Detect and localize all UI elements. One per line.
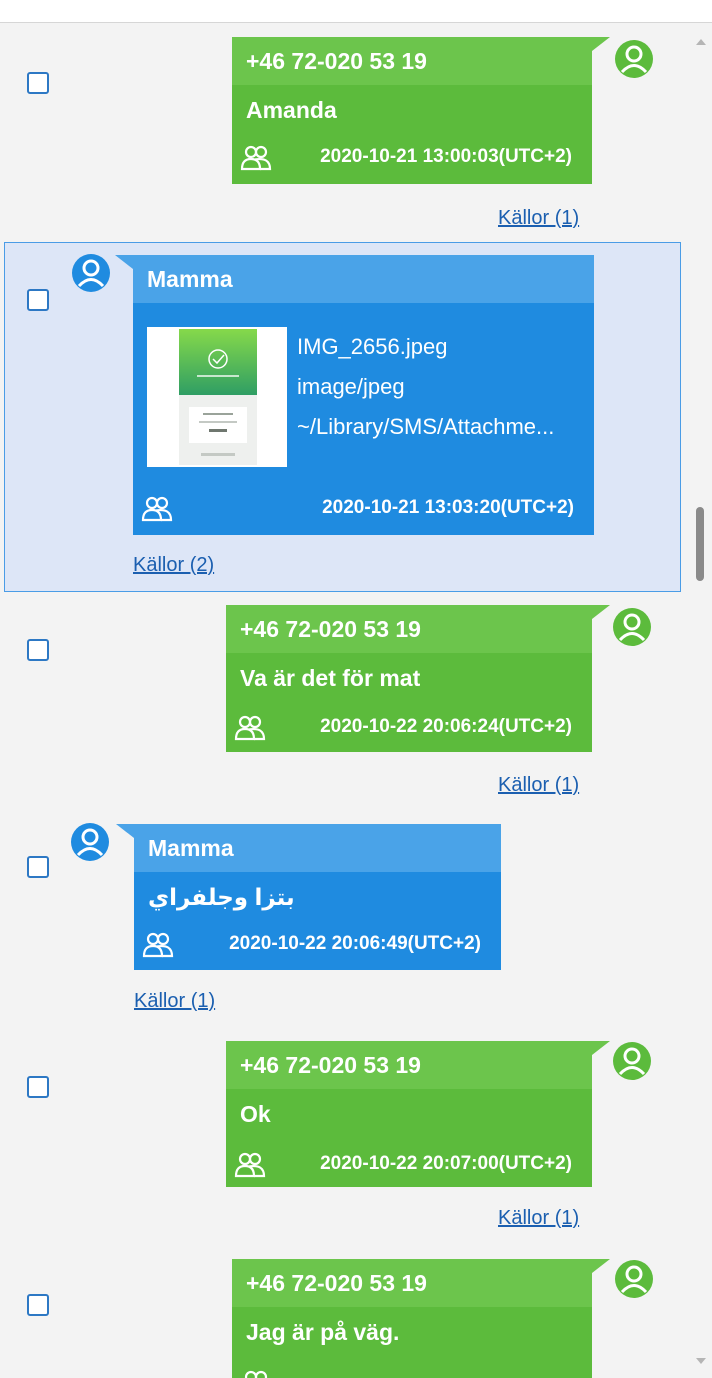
sources-link[interactable]: Källor (1) [498, 774, 579, 797]
message-checkbox[interactable] [27, 856, 49, 878]
message-list[interactable]: +46 72-020 53 19 Amanda 2020-10-21 13:00… [0, 23, 712, 1378]
timestamp-row: 2020-10-21 13:03:20(UTC+2) [141, 493, 586, 523]
sources-link[interactable]: Källor (1) [498, 1207, 579, 1230]
people-outline-icon [234, 1152, 266, 1178]
bubble-tail [592, 605, 610, 619]
attachment-info: IMG_2656.jpeg image/jpeg ~/Library/SMS/A… [297, 327, 554, 447]
attachment-path: ~/Library/SMS/Attachme... [297, 414, 555, 439]
message-timestamp: 2020-10-21 13:03:20(UTC+2) [322, 497, 574, 518]
message-sender: +46 72-020 53 19 [226, 605, 592, 653]
message-text: Ok [240, 1101, 271, 1127]
message-text: Jag är på väg. [246, 1319, 400, 1345]
outgoing-message-bubble[interactable]: +46 72-020 53 19 Va är det för mat 2020-… [226, 605, 610, 752]
person-circle-icon [613, 1042, 651, 1080]
vertical-scrollbar[interactable] [690, 23, 712, 1378]
message-checkbox[interactable] [27, 639, 49, 661]
person-circle-icon [72, 254, 110, 292]
timestamp-row: 2020-10-21 13:00:03(UTC+2) [240, 142, 584, 172]
people-outline-icon [142, 932, 174, 958]
people-outline-icon [234, 715, 266, 741]
bubble-tail [116, 824, 134, 838]
sources-link[interactable]: Källor (1) [134, 990, 215, 1013]
person-circle-icon [613, 608, 651, 646]
incoming-message-bubble[interactable]: Mamma IMG_2656.jpeg image/jpeg ~/Library… [115, 255, 594, 535]
message-timestamp: 2020-10-21 13:00:03(UTC+2) [320, 146, 572, 167]
timestamp-row: 2020-10-22 20:07:00(UTC+2) [234, 1149, 584, 1179]
bubble-tail [592, 1259, 610, 1273]
message-row: +46 72-020 53 19 Amanda 2020-10-21 13:00… [0, 23, 690, 238]
message-checkbox[interactable] [27, 1294, 49, 1316]
incoming-message-bubble[interactable]: Mamma بتزا وجلفراي 2020-10-22 20:06:49(U… [116, 824, 501, 970]
message-checkbox[interactable] [27, 72, 49, 94]
message-row: +46 72-020 53 19 Va är det för mat 2020-… [0, 603, 690, 818]
top-strip [0, 0, 712, 23]
people-outline-icon [244, 1370, 268, 1378]
message-sender: +46 72-020 53 19 [226, 1041, 592, 1089]
message-checkbox[interactable] [27, 289, 49, 311]
message-text: Amanda [246, 97, 337, 123]
bubble-tail [592, 37, 610, 51]
triangle-down-icon[interactable] [694, 1354, 708, 1368]
person-circle-icon [615, 40, 653, 78]
message-sender: +46 72-020 53 19 [232, 1259, 592, 1307]
message-sender: Mamma [134, 824, 501, 872]
message-sender: +46 72-020 53 19 [232, 37, 592, 85]
message-sender: Mamma [133, 255, 594, 303]
timestamp-row [240, 1367, 584, 1378]
receipt-preview-image [149, 329, 285, 465]
message-timestamp: 2020-10-22 20:06:49(UTC+2) [229, 933, 481, 954]
timestamp-row: 2020-10-22 20:06:49(UTC+2) [142, 929, 493, 959]
message-row: +46 72-020 53 19 Jag är på väg. [0, 1249, 690, 1378]
message-checkbox[interactable] [27, 1076, 49, 1098]
attachment-mime: image/jpeg [297, 374, 405, 399]
message-text: بتزا وجلفراي [148, 884, 295, 910]
message-text: Va är det för mat [240, 665, 421, 691]
bubble-tail [592, 1041, 610, 1055]
timestamp-row: 2020-10-22 20:06:24(UTC+2) [234, 712, 584, 742]
outgoing-message-bubble[interactable]: +46 72-020 53 19 Jag är på väg. [232, 1259, 610, 1378]
message-row-selected: Mamma IMG_2656.jpeg image/jpeg ~/Library… [4, 242, 681, 592]
bubble-tail [115, 255, 133, 269]
message-timestamp: 2020-10-22 20:06:24(UTC+2) [320, 716, 572, 737]
person-circle-icon [71, 823, 109, 861]
person-circle-icon [615, 1260, 653, 1298]
message-timestamp: 2020-10-22 20:07:00(UTC+2) [320, 1153, 572, 1174]
outgoing-message-bubble[interactable]: +46 72-020 53 19 Amanda 2020-10-21 13:00… [232, 37, 610, 184]
triangle-up-icon[interactable] [694, 35, 708, 49]
people-outline-icon [240, 145, 272, 171]
attachment-thumbnail[interactable] [147, 327, 287, 467]
message-row: +46 72-020 53 19 Ok 2020-10-22 20:07:00(… [0, 1035, 690, 1250]
attachment-filename: IMG_2656.jpeg [297, 334, 448, 359]
people-outline-icon [141, 496, 173, 522]
sources-link[interactable]: Källor (2) [133, 554, 214, 577]
message-row: Mamma بتزا وجلفراي 2020-10-22 20:06:49(U… [0, 818, 690, 1033]
outgoing-message-bubble[interactable]: +46 72-020 53 19 Ok 2020-10-22 20:07:00(… [226, 1041, 610, 1187]
sources-link[interactable]: Källor (1) [498, 207, 579, 230]
scrollbar-thumb[interactable] [696, 507, 704, 581]
